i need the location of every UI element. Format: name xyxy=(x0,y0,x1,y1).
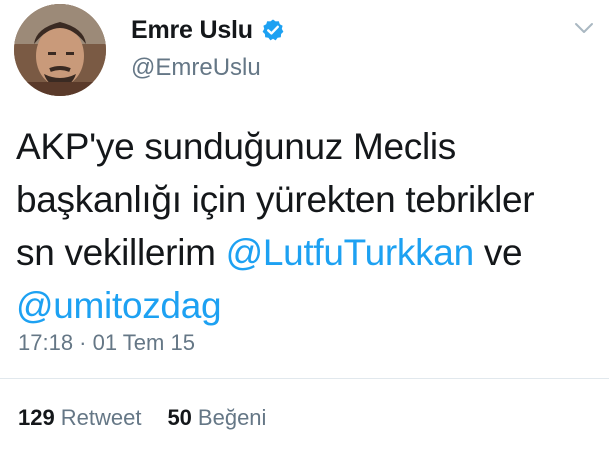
mention-link[interactable]: @umitozdag xyxy=(16,285,222,326)
retweet-stat[interactable]: 129 Retweet xyxy=(18,405,141,431)
divider xyxy=(0,378,609,379)
like-count: 50 xyxy=(167,405,192,430)
tweet-text-line: başkanlığı için yürekten tebrikler xyxy=(16,179,535,220)
tweet-text-segment: ve xyxy=(473,232,523,273)
author-handle[interactable]: @EmreUslu xyxy=(131,54,261,82)
avatar[interactable] xyxy=(14,4,106,96)
like-label: Beğeni xyxy=(197,405,267,430)
mention-link[interactable]: @LutfuTurkkan xyxy=(226,232,475,273)
tweet-card: Emre Uslu @EmreUslu AKP'ye sunduğunuz Me… xyxy=(0,0,609,458)
tweet-text-segment: sn vekillerim xyxy=(16,232,226,273)
tweet-text-line: @umitozdag xyxy=(16,279,596,332)
chevron-down-icon[interactable] xyxy=(573,20,595,36)
verified-badge-icon xyxy=(261,18,285,42)
author-name-row[interactable]: Emre Uslu xyxy=(131,14,285,46)
tweet-text-line: AKP'ye sunduğunuz Meclis xyxy=(16,126,456,167)
display-name[interactable]: Emre Uslu xyxy=(131,16,253,45)
tweet-timestamp[interactable]: 17:18 · 01 Tem 15 xyxy=(18,330,195,356)
retweet-count: 129 xyxy=(18,405,55,430)
tweet-text: AKP'ye sunduğunuz Meclis başkanlığı için… xyxy=(16,120,596,332)
tweet-text-line: sn vekillerim @LutfuTurkkan ve xyxy=(16,226,596,279)
retweet-label: Retweet xyxy=(60,405,142,430)
avatar-image xyxy=(14,4,106,96)
engagement-stats: 129 Retweet 50 Beğeni xyxy=(18,405,292,431)
like-stat[interactable]: 50 Beğeni xyxy=(167,405,266,431)
